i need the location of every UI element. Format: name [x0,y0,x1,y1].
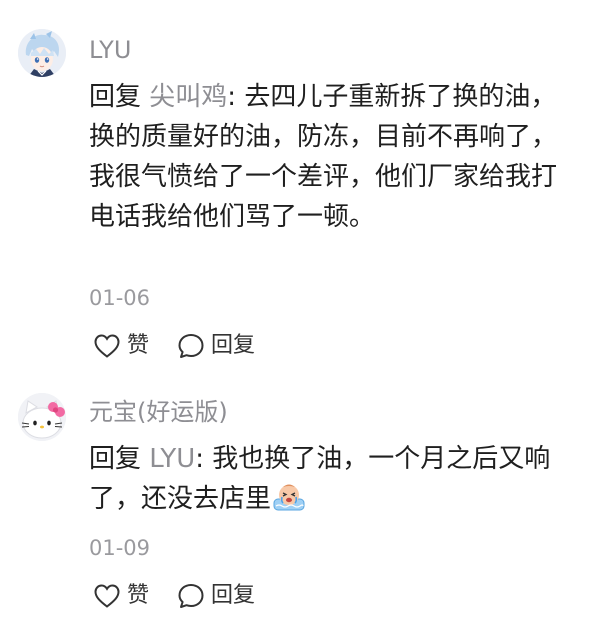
speech-bubble-icon [178,584,204,608]
comment-actions: 赞 回复 [93,581,283,611]
comment-text: 回复 LYU: 我也换了油，一个月之后又响了，还没去店里 [89,439,559,519]
heart-icon [94,584,120,608]
avatar[interactable] [18,29,66,77]
heart-icon [94,334,120,358]
reply-target-link[interactable]: 尖叫鸡 [149,82,227,112]
comment-date: 01-09 [89,536,151,560]
reply-colon: : [227,82,237,112]
hello-kitty-avatar-icon [18,393,66,441]
speech-bubble-icon [178,334,204,358]
reply-button[interactable]: 回复 [177,581,255,611]
comment-text: 回复 尖叫鸡: 去四儿子重新拆了换的油，换的质量好的油，防冻，目前不再响了，我很… [89,77,559,237]
reply-label: 回复 [211,583,256,608]
like-label: 赞 [127,583,150,608]
reply-button[interactable]: 回复 [177,331,255,361]
reply-colon: : [195,444,204,474]
reply-label: 回复 [211,333,256,358]
reply-prefix: 回复 [89,82,142,112]
username[interactable]: LYU [89,35,131,65]
username[interactable]: 元宝(好运版) [89,397,228,427]
like-button[interactable]: 赞 [93,581,149,611]
crying-face-emoji-icon [273,484,305,511]
like-button[interactable]: 赞 [93,331,149,361]
reply-target-link[interactable]: LYU [149,444,195,474]
anime-boy-avatar-icon [18,29,66,77]
like-label: 赞 [127,333,150,358]
comment-date: 01-06 [89,286,151,310]
reply-prefix: 回复 [89,444,142,474]
avatar[interactable] [18,393,66,441]
comment-actions: 赞 回复 [93,331,283,361]
